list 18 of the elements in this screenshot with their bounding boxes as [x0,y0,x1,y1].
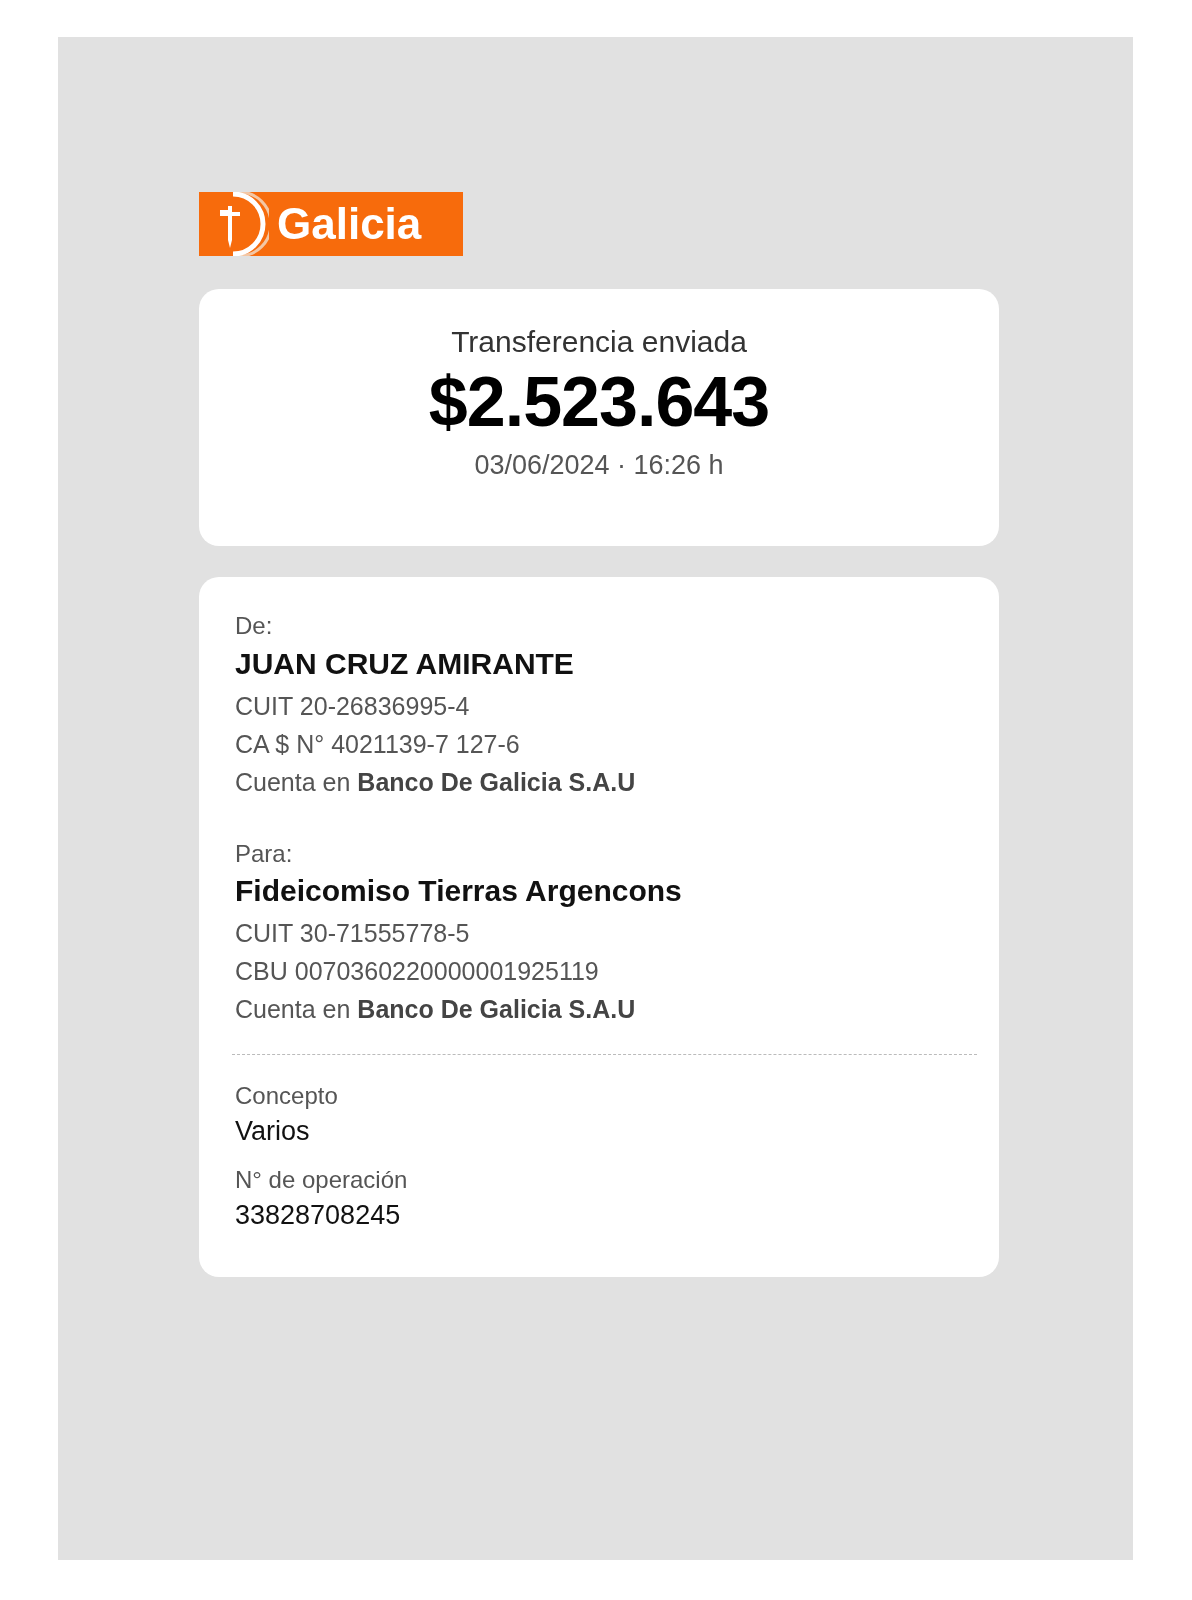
transfer-datetime: 03/06/2024 · 16:26 h [473,449,725,482]
party-detail: CA $ N° 4021139-7 127-6 [235,728,521,760]
party-detail: CBU 0070360220000001925119 [235,956,600,988]
detail-value: Varios [235,1114,311,1148]
party-detail: CUIT 30-71555778-5 [235,918,471,950]
party-label: Para: [235,838,294,869]
detail-label: N° de operación [235,1165,409,1196]
detail-label: Concepto [235,1081,339,1112]
transfer-title: Transferencia enviada [450,324,748,360]
party-detail: CUIT 20-26836995-4 [235,690,471,722]
party-name: Fideicomiso Tierras Argencons [235,873,683,910]
logo-text: Galicia [277,202,422,246]
transfer-amount: $2.523.643 [427,364,771,441]
party-detail: Cuenta en Banco De Galicia S.A.U [235,766,637,798]
party-name: JUAN CRUZ AMIRANTE [235,645,575,682]
party-label: De: [235,611,274,641]
party-detail: Cuenta en Banco De Galicia S.A.U [235,994,637,1026]
detail-value: 33828708245 [235,1198,402,1232]
